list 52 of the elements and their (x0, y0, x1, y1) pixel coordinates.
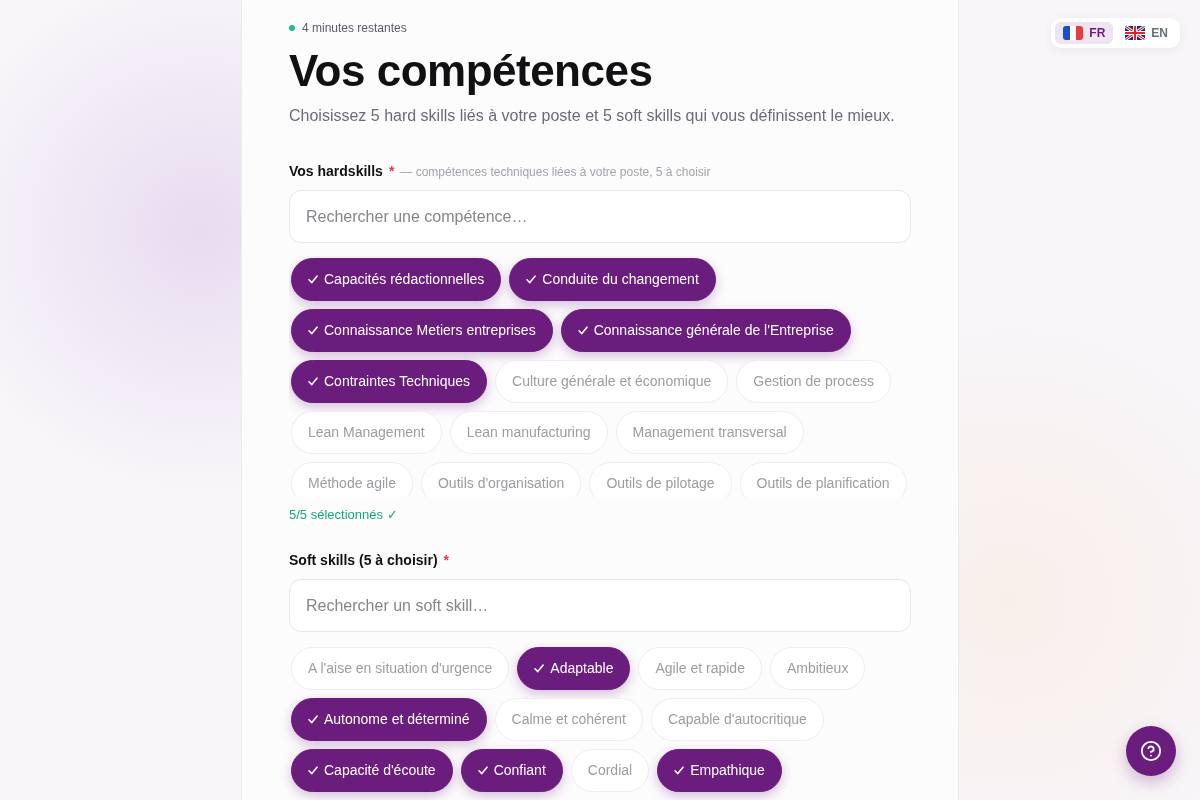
skill-chip[interactable]: Capacités rédactionnelles (291, 258, 502, 301)
check-icon (308, 766, 318, 775)
skill-chip[interactable]: Cordial (570, 749, 650, 792)
required-mark: * (443, 551, 450, 570)
skill-chip[interactable]: Capacité d'écoute (291, 749, 453, 792)
skill-chip[interactable]: Outils d'organisation (420, 462, 582, 497)
selection-counter: 5/5 sélectionnés ✓ (289, 506, 399, 524)
check-icon (577, 326, 588, 335)
skill-chip[interactable]: Confiant (460, 749, 563, 792)
help-icon (1140, 740, 1162, 762)
search-field[interactable]: Rechercher un soft skill… (289, 579, 911, 632)
skill-chip[interactable]: Connaissance générale de l'Entreprise (560, 309, 851, 352)
skill-chip[interactable]: Gestion de process (736, 360, 891, 403)
skill-chip[interactable]: Capable d'autocritique (650, 698, 824, 741)
skill-chip[interactable]: Agile et rapide (638, 647, 762, 690)
required-mark: * (388, 162, 395, 181)
skill-chip[interactable]: Management transversal (615, 411, 804, 454)
language-option[interactable]: EN (1117, 22, 1176, 44)
page-subtitle: Choisissez 5 hard skills liés à votre poste et 5 soft skills qui vous définissent le mieux. (289, 106, 896, 126)
skill-chip[interactable]: Méthode agile (291, 462, 413, 497)
skill-chip[interactable]: Contraintes Techniques (291, 360, 488, 403)
skill-chip[interactable]: Culture générale et économique (495, 360, 729, 403)
skill-chip[interactable]: Conduite du changement (509, 258, 716, 301)
british-flag-icon (1125, 26, 1146, 40)
french-flag-icon (1063, 26, 1084, 40)
language-option[interactable]: FR (1055, 22, 1114, 44)
skill-chip[interactable]: Empathique (657, 749, 782, 792)
skill-chip[interactable]: Calme et cohérent (494, 698, 643, 741)
skill-chip[interactable]: Outils de planification (739, 462, 907, 497)
skill-chip[interactable]: Adaptable (517, 647, 631, 690)
check-icon (534, 664, 545, 673)
check-icon (674, 766, 685, 775)
check-icon (308, 715, 318, 724)
search-field[interactable]: Rechercher une compétence… (289, 190, 911, 243)
help-button[interactable] (1126, 726, 1176, 776)
skill-chip[interactable]: Lean manufacturing (449, 411, 608, 454)
page-title: Vos compétences (289, 45, 654, 97)
section-label: Soft skills (5 à choisir) (289, 551, 438, 570)
skill-chip[interactable]: Lean Management (291, 411, 442, 454)
check-icon (526, 275, 537, 284)
timer-text: 4 minutes restantes (302, 20, 407, 36)
check-icon (308, 377, 318, 386)
section-label: Vos hardskills (289, 162, 383, 181)
check-icon (308, 275, 318, 284)
skill-chip[interactable]: Ambitieux (769, 647, 866, 690)
skill-chip[interactable]: Connaissance Metiers entreprises (291, 309, 553, 352)
skill-chip[interactable]: Outils de pilotage (589, 462, 732, 497)
check-icon (308, 326, 318, 335)
skill-chip[interactable]: A l'aise en situation d'urgence (291, 647, 510, 690)
check-icon (477, 766, 488, 775)
skill-chip[interactable]: Autonome et déterminé (291, 698, 487, 741)
section-hint: — compétences techniques liées à votre poste, 5 à choisir (400, 164, 711, 181)
